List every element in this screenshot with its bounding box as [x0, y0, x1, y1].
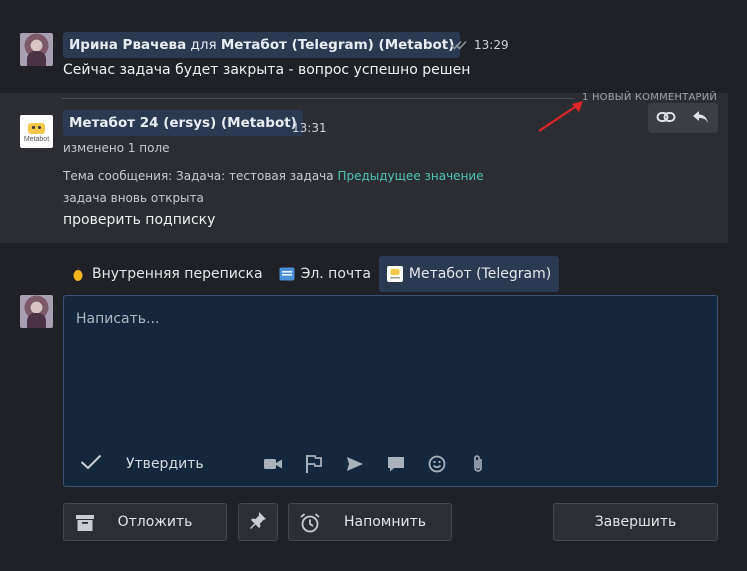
- message-text: проверить подписку: [63, 212, 216, 228]
- chat-icon[interactable]: [386, 454, 406, 474]
- metabot-icon: [386, 266, 403, 282]
- message-author-chip[interactable]: Ирина Рвачева для Метабот (Telegram) (Me…: [63, 32, 461, 58]
- confirm-label: Утвердить: [126, 456, 204, 472]
- new-comment-label: 1 НОВЫЙ КОММЕНТАРИЙ: [582, 92, 718, 103]
- message-time: 13:31: [292, 121, 327, 135]
- recipient-name[interactable]: Метабот (Telegram) (Metabot): [221, 37, 455, 53]
- tab-metabot-telegram[interactable]: Метабот (Telegram): [378, 256, 560, 292]
- message-author-chip[interactable]: Метабот 24 (ersys) (Metabot): [63, 110, 303, 136]
- composer-toolbar: Утвердить: [80, 450, 488, 478]
- archive-icon: [74, 512, 96, 534]
- subject-change-line: Тема сообщения: Задача: тестовая задача …: [63, 169, 484, 183]
- tab-label: Эл. почта: [300, 266, 371, 282]
- video-icon[interactable]: [263, 454, 283, 474]
- tab-label: Метабот (Telegram): [408, 266, 552, 282]
- sender-name[interactable]: Метабот 24 (ersys) (Metabot): [69, 115, 297, 131]
- checkmark-icon: [80, 454, 102, 474]
- confirm-button[interactable]: Утвердить: [80, 454, 204, 474]
- finish-button[interactable]: Завершить: [553, 503, 718, 541]
- metabot-face-icon: [28, 122, 45, 134]
- reopened-note: задача вновь открыта: [63, 191, 204, 205]
- read-checkmarks-icon: [450, 36, 468, 55]
- reply-icon: [692, 109, 710, 128]
- sender-name[interactable]: Ирина Рвачева: [69, 37, 186, 53]
- link-icon: [656, 109, 676, 128]
- send-icon[interactable]: [345, 454, 365, 474]
- pin-icon: [249, 511, 267, 533]
- link-button[interactable]: [648, 103, 683, 133]
- postpone-button[interactable]: Отложить: [63, 503, 227, 541]
- metabot-avatar[interactable]: Metabot: [20, 115, 53, 148]
- previous-value-link[interactable]: Предыдущее значение: [337, 169, 483, 183]
- postpone-label: Отложить: [117, 514, 193, 530]
- message-input[interactable]: [64, 296, 717, 436]
- message-time: 13:29: [474, 38, 509, 52]
- channel-tabs: Внутренняя переписка Эл. почта Метабот (…: [62, 256, 560, 292]
- emoji-icon[interactable]: [427, 454, 447, 474]
- composer-tools: [263, 454, 488, 474]
- new-comment-divider: [62, 98, 574, 99]
- lemon-icon: [70, 266, 86, 282]
- alarm-clock-icon: [299, 512, 321, 534]
- subject-change-text: Тема сообщения: Задача: тестовая задача: [63, 169, 334, 183]
- tab-email[interactable]: Эл. почта: [271, 256, 379, 292]
- remind-button[interactable]: Напомнить: [288, 503, 452, 541]
- avatar-current-user[interactable]: [20, 295, 53, 328]
- tab-internal[interactable]: Внутренняя переписка: [62, 256, 271, 292]
- for-word: для: [190, 37, 217, 53]
- attach-icon[interactable]: [468, 454, 488, 474]
- reply-button[interactable]: [683, 103, 718, 133]
- avatar-irina[interactable]: [20, 33, 53, 66]
- tab-label: Внутренняя переписка: [92, 266, 263, 282]
- remind-label: Напомнить: [343, 514, 427, 530]
- message-actions: [648, 103, 718, 133]
- message-composer: Утвердить: [63, 295, 718, 487]
- flag-icon[interactable]: [304, 454, 324, 474]
- finish-label: Завершить: [594, 514, 677, 530]
- red-arrow-annotation: [538, 101, 583, 132]
- changed-fields-note: изменено 1 поле: [63, 141, 170, 155]
- email-icon: [279, 266, 295, 282]
- metabot-logo-text: Metabot: [23, 135, 50, 143]
- pin-button[interactable]: [238, 503, 278, 541]
- message-text: Сейчас задача будет закрыта - вопрос усп…: [63, 62, 471, 78]
